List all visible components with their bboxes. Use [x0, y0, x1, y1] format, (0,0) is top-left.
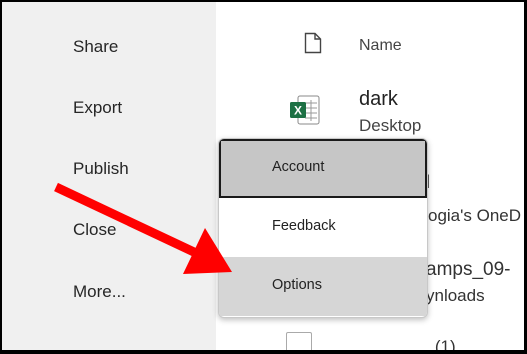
sidebar-item-export[interactable]: Export [73, 98, 122, 118]
file-location-partial: ogia's OneD [428, 206, 522, 225]
sidebar-item-close[interactable]: Close [73, 220, 116, 240]
svg-text:X: X [294, 104, 302, 118]
backstage-sidebar: Share Export Publish Close More... [2, 2, 216, 350]
menu-item-feedback[interactable]: Feedback [219, 198, 427, 257]
document-icon [304, 32, 322, 54]
file-name-partial: amps_09- [426, 259, 511, 280]
more-context-menu: Account Feedback Options [218, 138, 428, 318]
sidebar-item-share[interactable]: Share [73, 37, 118, 57]
name-column-header[interactable]: Name [359, 37, 402, 55]
file-location-partial: ynloads [426, 286, 485, 305]
file-location: Desktop [359, 116, 422, 135]
file-name: dark [359, 88, 398, 110]
menu-item-account[interactable]: Account [219, 139, 427, 198]
menu-item-label: Options [272, 277, 322, 293]
sidebar-item-publish[interactable]: Publish [73, 159, 129, 179]
file-name-partial: ... (1) [416, 337, 456, 350]
menu-item-label: Account [272, 159, 325, 175]
excel-icon: X [290, 95, 320, 125]
menu-item-options[interactable]: Options [219, 257, 427, 316]
file-icon-partial [286, 332, 312, 350]
menu-item-label: Feedback [272, 218, 336, 234]
sidebar-item-more[interactable]: More... [73, 282, 126, 302]
